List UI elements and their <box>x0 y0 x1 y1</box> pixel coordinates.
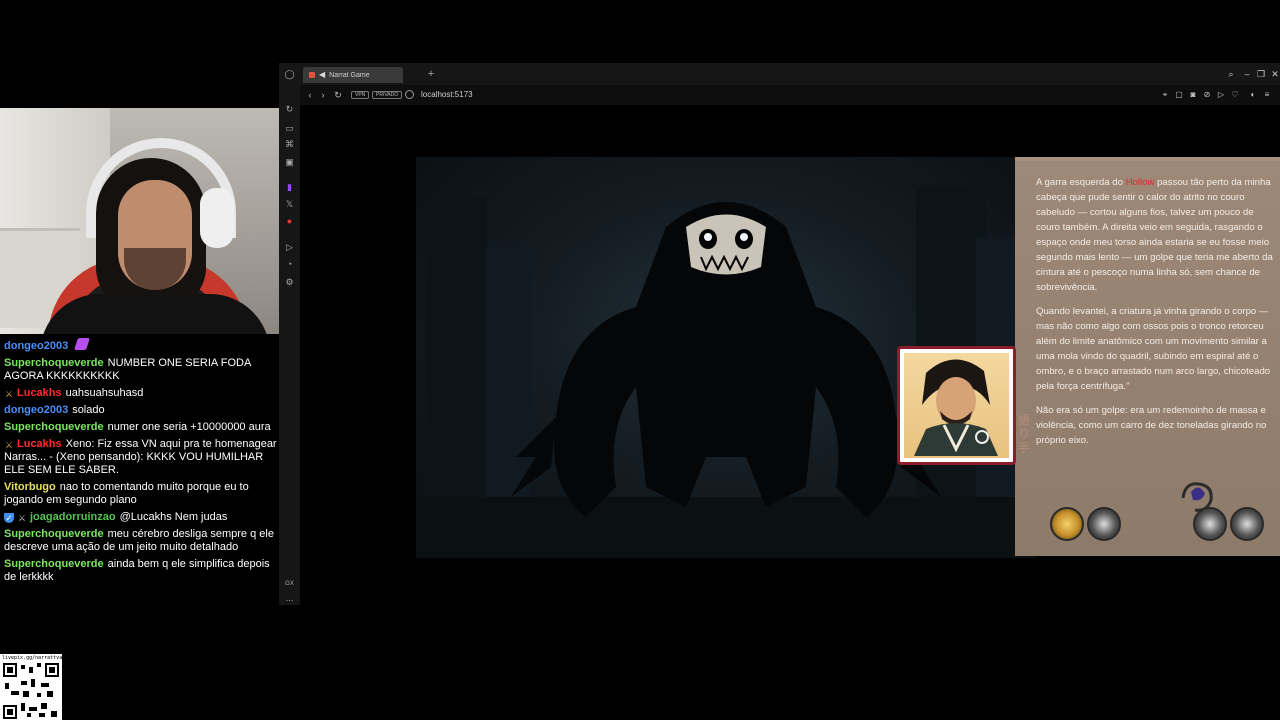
chat-username: Superchoqueverde <box>4 421 104 433</box>
chat-message: Superchoqueverde numer one seria +1000000… <box>4 421 279 434</box>
character-portrait <box>897 346 1016 465</box>
sword-badge-icon: ⚔ <box>4 389 14 399</box>
chat-text: numer one seria +10000000 aura <box>107 421 271 433</box>
chat-username: Lucakhs <box>17 438 62 450</box>
sword-badge-icon: ⚔ <box>4 440 14 450</box>
sword-badge-icon: ⚔ <box>17 513 27 523</box>
private-badge[interactable]: PRIVADO <box>372 91 403 99</box>
chat-message: dongeo2003 <box>4 338 279 353</box>
chat-message: dongeo2003 solado <box>4 404 279 417</box>
chat-text: solado <box>72 404 105 416</box>
browser-window: ◯ ↻ ▭ ⌘ ▣ ▮ 𝕏 ● ▷ ◔ ⚙ GX ... ◀ Narrat Ga… <box>279 63 1280 605</box>
chat-message: Superchoqueverde NUMBER ONE SERIA FODA AG… <box>4 357 279 383</box>
browser-sidebar: ◯ ↻ ▭ ⌘ ▣ ▮ 𝕏 ● ▷ ◔ ⚙ GX ... <box>279 63 300 605</box>
chat-text: @Lucakhs Nem judas <box>119 511 228 523</box>
tab-narrat-game[interactable]: ◀ Narrat Game <box>303 67 403 83</box>
chat-username: Superchoqueverde <box>4 528 104 540</box>
more-icon[interactable]: ... <box>284 593 295 604</box>
menu-disc-button[interactable] <box>1193 507 1227 541</box>
snapshot-icon[interactable]: ▢ <box>1174 89 1184 101</box>
narrator-label: 語り手 <box>1018 413 1031 455</box>
address-bar: ‹ › ↻ VPN PRIVADO localhost:5173 ⌖ ▢ ◙ ⊘… <box>300 85 1280 105</box>
feather-badge-icon <box>74 338 91 350</box>
chat-text: uahsuahsuhasd <box>65 387 144 399</box>
minimize-icon[interactable]: – <box>1241 67 1253 81</box>
reload-side-icon[interactable]: ↻ <box>284 104 295 115</box>
bag-icon[interactable]: ▭ <box>284 123 295 134</box>
history-icon[interactable]: ◔ <box>284 259 295 270</box>
chat-message: ⚔ Lucakhs uahsuahsuhasd <box>4 387 279 400</box>
close-icon[interactable]: ✕ <box>1269 67 1280 81</box>
controller-icon[interactable]: ⌘ <box>284 139 295 150</box>
chat-message: ✓ ⚔ joagadorruinzao @Lucakhs Nem judas <box>4 511 279 524</box>
restore-icon[interactable]: ❐ <box>1255 67 1267 81</box>
chat-message: Vitorbugo nao to comentando muito porque … <box>4 481 279 507</box>
chat-username: dongeo2003 <box>4 404 69 416</box>
character-name-hollow: Hollow <box>1125 177 1155 188</box>
chat-username: dongeo2003 <box>4 340 69 352</box>
browser-logo-icon[interactable]: ◯ <box>284 69 295 80</box>
dialogue-text: A garra esquerda do Hollow passou tão pe… <box>1036 175 1280 457</box>
chat-username: Vitorbugo <box>4 481 56 493</box>
gx-label[interactable]: GX <box>284 579 295 590</box>
camera-icon[interactable]: ◙ <box>1188 89 1198 101</box>
webcam-feed <box>0 108 279 334</box>
menu-disc-button[interactable] <box>1230 507 1264 541</box>
forward-button[interactable]: › <box>317 88 329 102</box>
chat-message: Superchoqueverde ainda bem q ele simplifi… <box>4 558 279 584</box>
chat-username: joagadorruinzao <box>30 511 116 523</box>
play-icon[interactable]: ▷ <box>284 242 295 253</box>
heart-icon[interactable]: ♡ <box>1230 89 1240 101</box>
page-viewport: A garra esquerda do Hollow passou tão pe… <box>300 105 1280 605</box>
dialogue-paragraph: Não era só um golpe: era um redemoinho d… <box>1036 405 1267 446</box>
menu-icon[interactable]: ≡ <box>1262 89 1272 101</box>
samurai-portrait-image <box>904 353 1009 458</box>
shield-badge-icon: ✓ <box>4 513 14 523</box>
block-icon[interactable]: ⊘ <box>1202 89 1212 101</box>
settings-icon[interactable]: ⚙ <box>284 277 295 288</box>
chat-side-icon[interactable]: ▣ <box>284 157 295 168</box>
menu-disc-button[interactable] <box>1050 507 1084 541</box>
dialogue-text-segment: A garra esquerda do <box>1036 177 1126 188</box>
x-icon[interactable]: 𝕏 <box>284 199 295 210</box>
tab-strip: ◀ Narrat Game + ⌕ – ❐ ✕ <box>300 63 1280 85</box>
chat-username: Superchoqueverde <box>4 357 104 369</box>
pin-icon[interactable]: ⌖ <box>1160 89 1170 101</box>
menu-disc-button[interactable] <box>1087 507 1121 541</box>
chat-message: ⚔ Lucakhs Xeno: Fiz essa VN aqui pra te ho… <box>4 438 279 477</box>
tab-title: Narrat Game <box>329 71 370 79</box>
dialogue-text-segment: passou tão perto da minha cabeça que pud… <box>1036 177 1273 293</box>
reload-button[interactable]: ↻ <box>332 88 344 102</box>
url-field[interactable]: localhost:5173 <box>421 89 473 101</box>
new-tab-button[interactable]: + <box>425 67 437 81</box>
qr-url: livepix.gg/narrattvando <box>2 655 72 661</box>
chat-overlay: dongeo2003 Superchoqueverde NUMBER ONE SE… <box>0 338 279 588</box>
chat-message: Superchoqueverde meu cérebro desliga semp… <box>4 528 279 554</box>
speaker-icon[interactable]: ◀ <box>319 71 325 79</box>
chat-username: Lucakhs <box>17 387 62 399</box>
search-icon[interactable]: ⌕ <box>1225 67 1237 81</box>
extensions-icon[interactable]: ◐ <box>1248 89 1258 101</box>
dialogue-paragraph: A garra esquerda do Hollow passou tão pe… <box>1036 175 1280 295</box>
donation-qr-code: livepix.gg/narrattvando <box>0 654 71 720</box>
streamer-shirt <box>40 294 270 334</box>
back-button[interactable]: ‹ <box>304 88 316 102</box>
record-icon[interactable]: ● <box>284 216 295 227</box>
site-info-icon[interactable] <box>405 90 414 99</box>
player-icon[interactable]: ▷ <box>1216 89 1226 101</box>
dialogue-paragraph: Quando levantei, a criatura já vinha gir… <box>1036 306 1271 392</box>
twitch-icon[interactable]: ▮ <box>284 182 295 193</box>
qr-icon <box>3 663 59 719</box>
headset-earcup <box>200 188 234 248</box>
vpn-badge[interactable]: VPN <box>351 91 370 99</box>
tab-favicon-icon <box>309 72 315 78</box>
samurai-icon <box>914 359 998 456</box>
chat-username: Superchoqueverde <box>4 558 104 570</box>
